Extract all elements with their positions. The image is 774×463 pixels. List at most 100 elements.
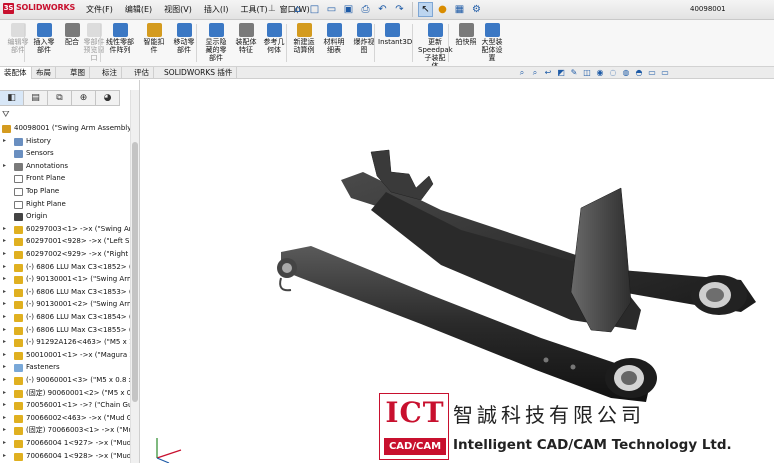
tree-item[interactable]: ▸ (-) 6806 LLU Max C3<1853> (: [0, 286, 139, 299]
tree-item[interactable]: ▸ (-) 6806 LLU Max C3<1855> (: [0, 324, 139, 337]
smart-fasteners-button[interactable]: 智能扣 件: [140, 23, 168, 54]
select-icon[interactable]: ↖: [418, 2, 433, 17]
component-preview-button[interactable]: 零部件 预览窗 口: [80, 23, 108, 62]
tree-item[interactable]: ▸ 50010001<1> ->x ("Magura 2: [0, 349, 139, 362]
zoom-area-icon[interactable]: ⌕: [530, 68, 540, 78]
tree-item[interactable]: ▸ Fasteners: [0, 361, 139, 374]
display-manager-icon[interactable]: ◕: [96, 90, 120, 106]
tree-item[interactable]: ▸ 60297003<1> ->x ("Swing Arm: [0, 223, 139, 236]
tree-item[interactable]: ▸ 70066004 1<928> ->x ("Mud: [0, 450, 139, 463]
tab-markup[interactable]: 标注: [98, 67, 122, 79]
print-icon[interactable]: ⎙: [358, 2, 373, 17]
take-snapshot-button[interactable]: 拍快照: [452, 23, 480, 46]
undo-icon[interactable]: ↶: [375, 2, 390, 17]
expand-arrow-icon[interactable]: ▸: [3, 135, 6, 148]
expand-arrow-icon[interactable]: ▸: [3, 286, 6, 299]
tree-item[interactable]: Origin: [0, 210, 139, 223]
tree-item[interactable]: Top Plane: [0, 185, 139, 198]
expand-arrow-icon[interactable]: ▸: [3, 223, 6, 236]
instant3d-button[interactable]: Instant3D: [378, 23, 412, 46]
tab-solidworks-addins[interactable]: SOLIDWORKS 插件: [160, 67, 238, 79]
solidworks-logo[interactable]: 3S SOLIDWORKS: [3, 3, 75, 14]
expand-arrow-icon[interactable]: ▸: [3, 324, 6, 337]
tree-item[interactable]: Sensors: [0, 147, 139, 160]
tree-item[interactable]: Front Plane: [0, 172, 139, 185]
previous-view-icon[interactable]: ↩: [543, 68, 553, 78]
expand-arrow-icon[interactable]: ▸: [3, 273, 6, 286]
tree-item[interactable]: ▸ (-) 90130001<1> ("Swing Arm: [0, 273, 139, 286]
traffic-light-icon[interactable]: ●: [435, 2, 450, 17]
reference-geometry-button[interactable]: 参考几 何体: [260, 23, 288, 54]
tree-item[interactable]: ▸ 60297001<928> ->x ("Left Sid: [0, 235, 139, 248]
scene-icon[interactable]: ◓: [634, 68, 644, 78]
monitor-icon[interactable]: ▭: [660, 68, 670, 78]
tree-item[interactable]: ▸ (-) 6806 LLU Max C3<1852> (: [0, 261, 139, 274]
bom-button[interactable]: 材料明 细表: [320, 23, 348, 54]
open-icon[interactable]: ▭: [324, 2, 339, 17]
new-icon[interactable]: □: [307, 2, 322, 17]
tree-item[interactable]: ▸ (-) 6806 LLU Max C3<1854> (: [0, 311, 139, 324]
show-hidden-button[interactable]: 显示隐 藏的零 部件: [202, 23, 230, 62]
tab-layout[interactable]: 布局: [32, 67, 56, 79]
redo-icon[interactable]: ↷: [392, 2, 407, 17]
filter-icon[interactable]: ⛛: [2, 110, 10, 120]
tree-item[interactable]: ▸ Annotations: [0, 160, 139, 173]
expand-arrow-icon[interactable]: ▸: [3, 311, 6, 324]
tree-scrollbar[interactable]: [130, 90, 139, 463]
tree-item[interactable]: ▸ (-) 90060001<3> ("M5 x 0.8 x: [0, 374, 139, 387]
scrollbar-thumb[interactable]: [132, 142, 138, 402]
dynamic-annotation-icon[interactable]: ✎: [569, 68, 579, 78]
assembly-features-button[interactable]: 装配体 特征: [232, 23, 260, 54]
tree-item[interactable]: ▸ History: [0, 135, 139, 148]
tree-item[interactable]: ▸ 70056001<1> ->? ("Chain Gu: [0, 399, 139, 412]
move-component-button[interactable]: 移动零 部件: [170, 23, 198, 54]
expand-arrow-icon[interactable]: ▸: [3, 261, 6, 274]
expand-arrow-icon[interactable]: ▸: [3, 361, 6, 374]
view-settings-icon[interactable]: ▭: [647, 68, 657, 78]
tree-item[interactable]: ▸ 60297002<929> ->x ("Right S: [0, 248, 139, 261]
tree-item[interactable]: ▸ 70066004 1<927> ->x ("Mud: [0, 437, 139, 450]
save-icon[interactable]: ▣: [341, 2, 356, 17]
configuration-manager-icon[interactable]: ⧉: [48, 90, 72, 106]
tree-item[interactable]: ▸ (固定) 70066003<1> ->x ("Mu: [0, 424, 139, 437]
new-motion-study-button[interactable]: 新建运 动算例: [290, 23, 318, 54]
home-icon[interactable]: ⌂: [290, 2, 305, 17]
dimxpert-icon[interactable]: ⊕: [72, 90, 96, 106]
tree-item[interactable]: ▸ (-) 91292A126<463> ("M5 x 1: [0, 336, 139, 349]
update-speedpak-button[interactable]: 更新 Speedpak 子装配 体: [418, 23, 453, 70]
expand-arrow-icon[interactable]: ▸: [3, 298, 6, 311]
tree-item[interactable]: ▸ (-) 90130001<2> ("Swing Arm: [0, 298, 139, 311]
edit-appearance-icon[interactable]: ◍: [621, 68, 631, 78]
tree-root[interactable]: 40098001 ("Swing Arm Assembly": [0, 122, 139, 135]
expand-arrow-icon[interactable]: ▸: [3, 235, 6, 248]
edit-component-button[interactable]: 编辑零 部件: [4, 23, 32, 54]
tree-item[interactable]: Right Plane: [0, 198, 139, 211]
expand-arrow-icon[interactable]: ▸: [3, 336, 6, 349]
menu-file[interactable]: 文件(F): [80, 4, 119, 15]
tree-item[interactable]: ▸ 70066002<463> ->x ("Mud G: [0, 412, 139, 425]
expand-arrow-icon[interactable]: ▸: [3, 412, 6, 425]
insert-component-button[interactable]: 插入零 部件: [30, 23, 58, 54]
section-view-icon[interactable]: ◩: [556, 68, 566, 78]
expand-arrow-icon[interactable]: ▸: [3, 424, 6, 437]
expand-arrow-icon[interactable]: ▸: [3, 248, 6, 261]
tree-item[interactable]: ▸ (固定) 90060001<2> ("M5 x 0.: [0, 387, 139, 400]
expand-arrow-icon[interactable]: ▸: [3, 387, 6, 400]
tab-evaluate[interactable]: 评估: [130, 67, 154, 79]
hide-show-icon[interactable]: ◌: [608, 68, 618, 78]
expand-arrow-icon[interactable]: ▸: [3, 349, 6, 362]
expand-arrow-icon[interactable]: ▸: [3, 160, 6, 173]
view-orientation-icon[interactable]: ◫: [582, 68, 592, 78]
menu-view[interactable]: 视图(V): [158, 4, 198, 15]
tab-sketch[interactable]: 草图: [66, 67, 90, 79]
expand-arrow-icon[interactable]: ▸: [3, 450, 6, 463]
menu-insert[interactable]: 插入(I): [198, 4, 235, 15]
menu-edit[interactable]: 编辑(E): [119, 4, 158, 15]
zoom-fit-icon[interactable]: ⌕: [517, 68, 527, 78]
linear-pattern-button[interactable]: 线性零部 件阵列: [106, 23, 134, 54]
expand-arrow-icon[interactable]: ▸: [3, 399, 6, 412]
pin-icon[interactable]: ⊥: [268, 4, 276, 14]
options-icon[interactable]: ⚙: [469, 2, 484, 17]
property-manager-icon[interactable]: ▤: [24, 90, 48, 106]
display-style-icon[interactable]: ◉: [595, 68, 605, 78]
